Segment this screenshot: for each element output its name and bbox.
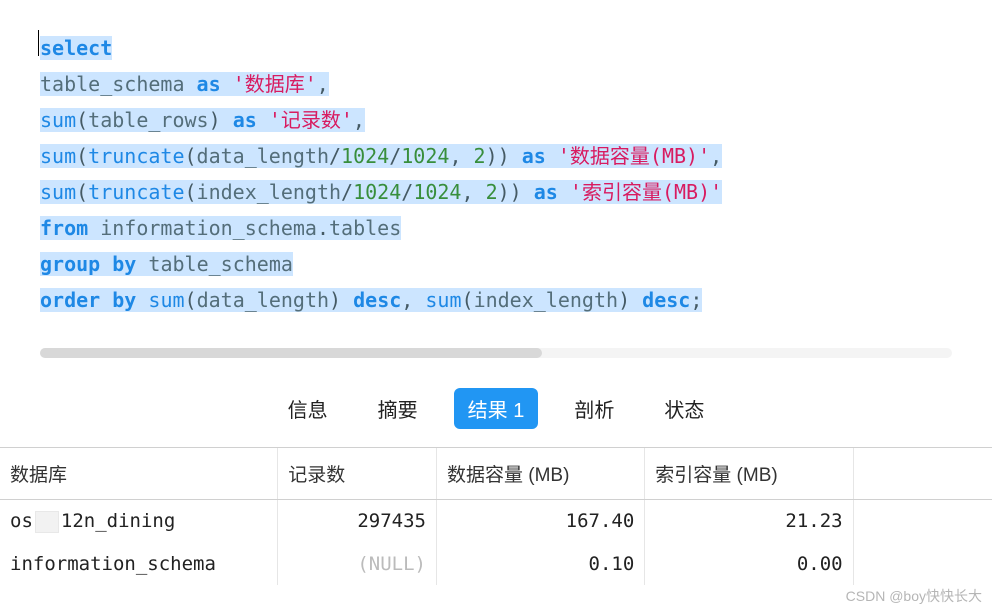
code-line: order by sum(data_length) desc, sum(inde…	[40, 282, 952, 318]
col-header-rows[interactable]: 记录数	[278, 448, 437, 500]
code-line: sum(truncate(index_length/1024/1024, 2))…	[40, 174, 952, 210]
table-header-row: 数据库 记录数 数据容量 (MB) 索引容量 (MB)	[0, 448, 992, 500]
horizontal-scrollbar[interactable]	[40, 348, 952, 358]
cell-db[interactable]: os12n_dining	[0, 500, 278, 543]
tab-result[interactable]: 结果 1	[454, 388, 539, 429]
tab-summary[interactable]: 摘要	[364, 388, 432, 429]
results-table-wrap: 数据库 记录数 数据容量 (MB) 索引容量 (MB) os12n_dining…	[0, 447, 992, 585]
result-tabs: 信息 摘要 结果 1 剖析 状态	[0, 358, 992, 447]
results-table[interactable]: 数据库 记录数 数据容量 (MB) 索引容量 (MB) os12n_dining…	[0, 448, 992, 585]
code-line: from information_schema.tables	[40, 210, 952, 246]
sql-editor[interactable]: select table_schema as '数据库', sum(table_…	[0, 0, 992, 338]
code-line: group by table_schema	[40, 246, 952, 282]
code-line: select	[40, 30, 952, 66]
table-row[interactable]: os12n_dining 297435 167.40 21.23	[0, 500, 992, 543]
col-header-db[interactable]: 数据库	[0, 448, 278, 500]
cell-db[interactable]: information_schema	[0, 543, 278, 585]
cell-index[interactable]: 0.00	[645, 543, 853, 585]
scrollbar-thumb[interactable]	[40, 348, 542, 358]
cell-index[interactable]: 21.23	[645, 500, 853, 543]
code-line: sum(table_rows) as '记录数',	[40, 102, 952, 138]
cell-data[interactable]: 167.40	[436, 500, 644, 543]
tab-status[interactable]: 状态	[650, 388, 718, 429]
cell-rows[interactable]: 297435	[278, 500, 437, 543]
table-row[interactable]: information_schema (NULL) 0.10 0.00	[0, 543, 992, 585]
cell-data[interactable]: 0.10	[436, 543, 644, 585]
col-header-spacer	[853, 448, 992, 500]
tab-profile[interactable]: 剖析	[560, 388, 628, 429]
text-cursor	[38, 30, 39, 56]
col-header-data[interactable]: 数据容量 (MB)	[436, 448, 644, 500]
code-line: table_schema as '数据库',	[40, 66, 952, 102]
code-line: sum(truncate(data_length/1024/1024, 2)) …	[40, 138, 952, 174]
cell-rows[interactable]: (NULL)	[278, 543, 437, 585]
watermark: CSDN @boy快快长大	[846, 586, 982, 606]
cell-spacer	[853, 500, 992, 543]
cell-spacer	[853, 543, 992, 585]
tab-info[interactable]: 信息	[274, 388, 342, 429]
col-header-index[interactable]: 索引容量 (MB)	[645, 448, 853, 500]
redacted-text	[35, 511, 59, 533]
